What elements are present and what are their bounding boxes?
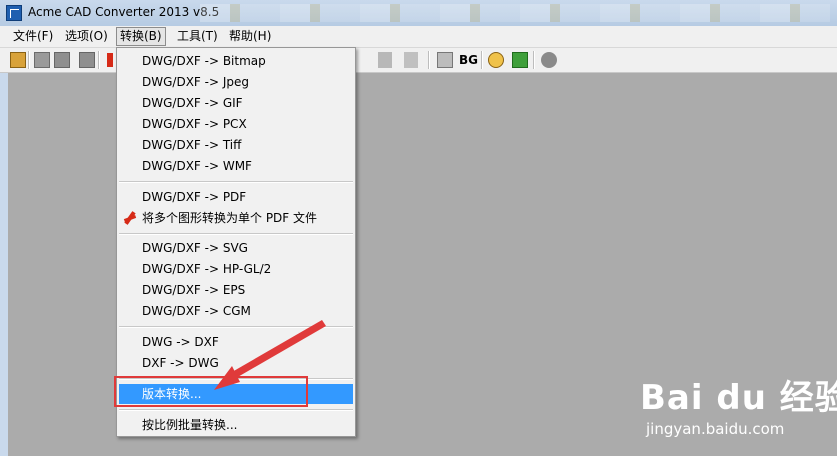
watermark-url: jingyan.baidu.com: [646, 420, 785, 438]
watermark-logo: Bai du 经验: [640, 378, 837, 418]
baidu-watermark: Bai du 经验 jingyan.baidu.com: [640, 370, 837, 450]
